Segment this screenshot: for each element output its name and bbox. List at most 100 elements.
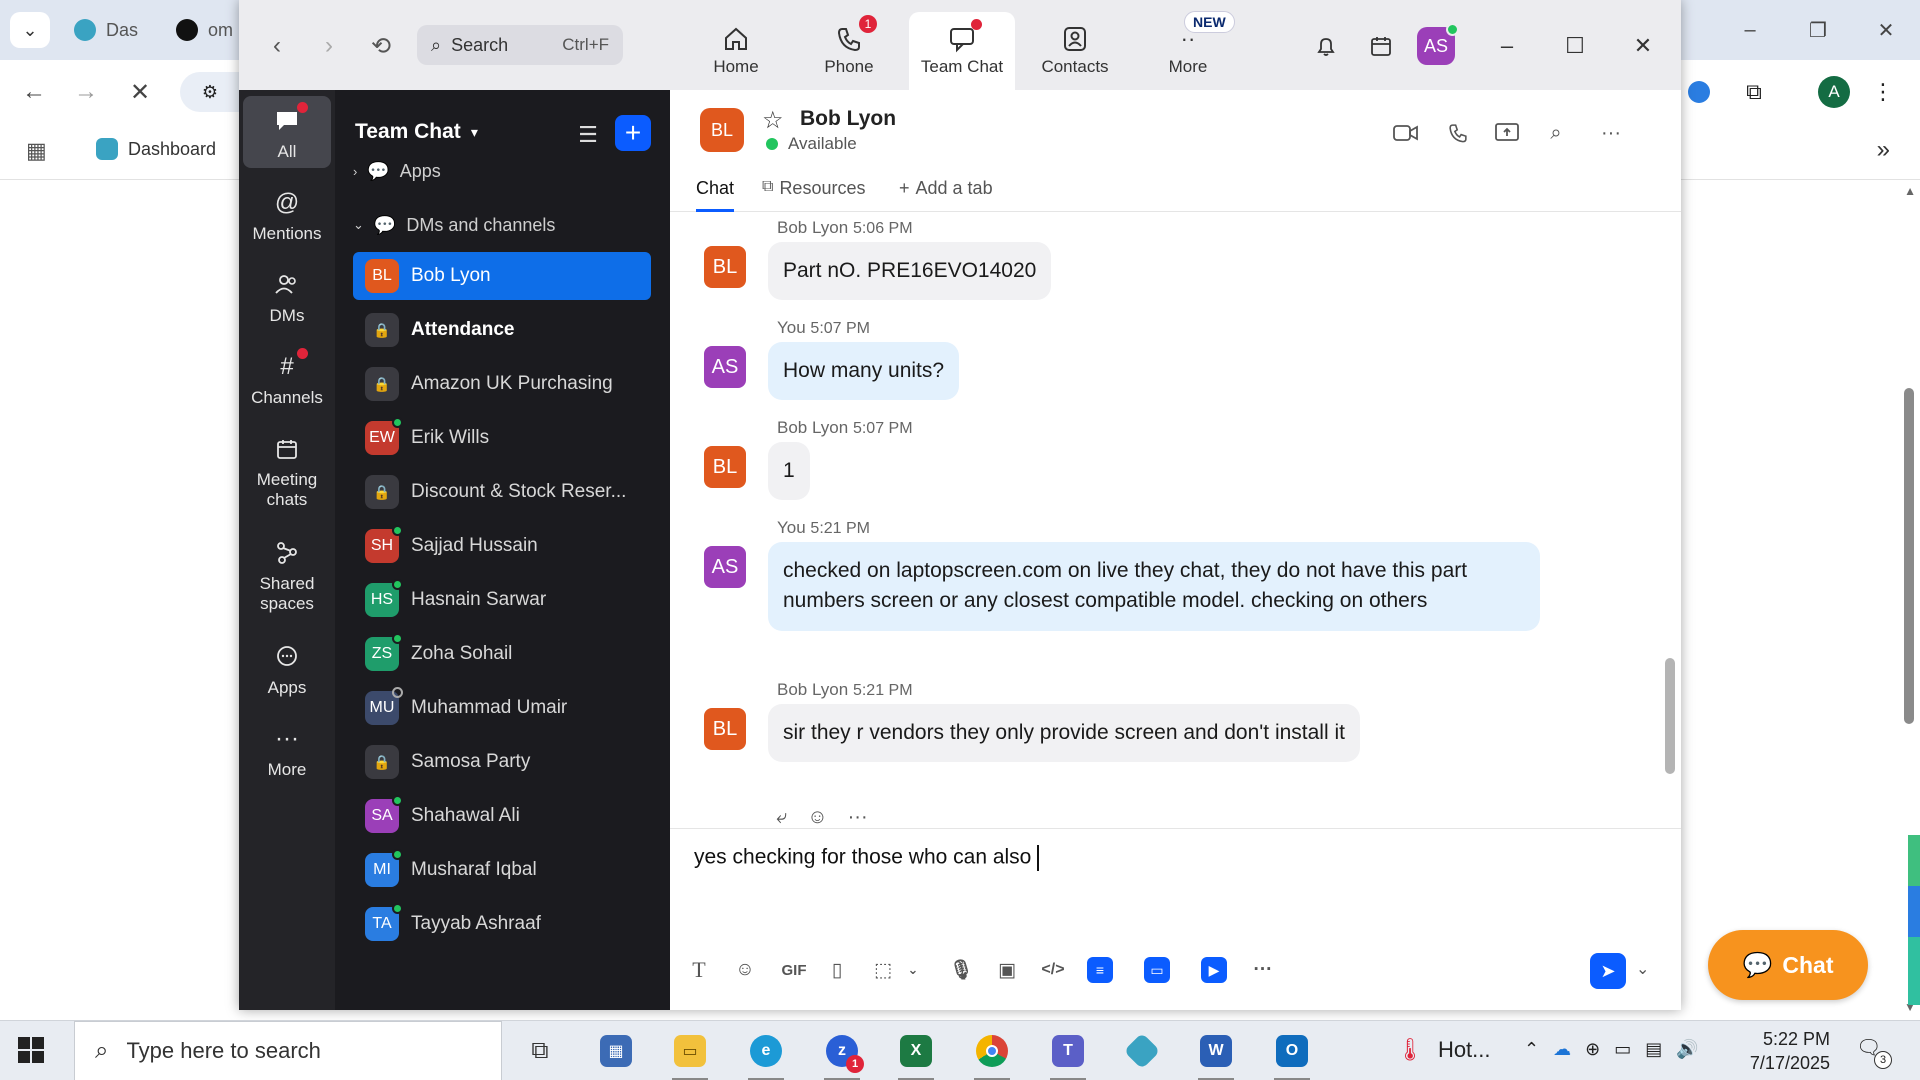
browser-minimize-button[interactable]: – [1716,12,1784,48]
message-avatar[interactable]: BL [704,246,746,288]
stop-loading-icon[interactable]: ✕ [120,74,160,110]
bookmark-dashboard[interactable]: Dashboard [96,138,216,160]
rail-all[interactable]: All [243,96,331,169]
video-clip-icon[interactable]: ▣ [990,953,1024,987]
site-info-icon[interactable]: ⚙ [180,72,240,112]
docs-app-icon[interactable]: ≡ [1087,957,1113,983]
notification-center-icon[interactable]: 🗨 3 [1856,1035,1892,1069]
team-chat-title[interactable]: Team Chat ▾ [355,120,478,144]
security-icon[interactable]: ⊕ [1585,1039,1600,1060]
extension-icon[interactable] [1686,74,1712,110]
file-icon[interactable]: ▯ [820,953,854,987]
rail-channels[interactable]: # Channels [243,348,331,408]
star-icon[interactable]: ☆ [762,106,784,135]
message-bubble[interactable]: Part nO. PRE16EVO14020 [768,242,1052,301]
message-bubble[interactable]: How many units? [768,342,960,401]
channel-list-item[interactable]: MU Muhammad Umair [353,684,651,732]
zoom-app-icon[interactable]: ▶ [1201,957,1227,983]
channel-list-item[interactable]: EW Erik Wills [353,414,651,462]
channel-list-item[interactable]: 🔒 Attendance [353,306,651,354]
excel-icon[interactable]: X [892,1029,940,1080]
task-view-icon[interactable]: ⧉ [516,1029,564,1073]
channel-list-item[interactable]: SA Shahawal Ali [353,792,651,840]
apps-grid-icon[interactable]: ▦ [26,138,47,164]
zoom-search-box[interactable]: ⌕ Search Ctrl+F [417,25,623,65]
rail-apps[interactable]: Apps [243,642,331,698]
weather-widget[interactable]: 🌡 Hot... [1396,1037,1491,1063]
add-reaction-icon[interactable]: ☺ [807,806,827,828]
channel-list-item[interactable]: HS Hasnain Sarwar [353,576,651,624]
more-options-icon[interactable]: ··· [848,806,868,828]
send-button[interactable]: ➤ [1590,953,1626,989]
zoom-taskbar-icon[interactable]: z1 [818,1029,866,1080]
close-button[interactable]: ✕ [1625,28,1661,64]
tab-chat[interactable]: Chat [696,178,735,212]
app-diamond-icon[interactable] [1118,1029,1166,1073]
channel-list-item[interactable]: ZS Zoha Sohail [353,630,651,678]
profile-avatar[interactable]: A [1816,74,1852,110]
message-avatar[interactable]: BL [704,708,746,750]
gif-icon[interactable]: GIF [774,953,814,987]
compose-input[interactable]: yes checking for those who can also [694,845,1040,871]
chevron-up-icon[interactable]: ⌃ [1524,1039,1539,1060]
rail-dms[interactable]: DMs [243,270,331,326]
chat-scrollbar-thumb[interactable] [1665,658,1675,774]
message-avatar[interactable]: AS [704,346,746,388]
phone-icon[interactable] [1441,116,1475,150]
nav-more[interactable]: ·· NEW More [1135,11,1241,90]
emoji-icon[interactable]: ☺ [728,953,762,987]
nav-phone[interactable]: 1 Phone [796,12,902,90]
back-arrow-icon[interactable]: ← [14,74,54,110]
screenshot-icon[interactable]: ⬚ [866,953,900,987]
browser-restore-button[interactable]: ❐ [1784,12,1852,48]
network-icon[interactable]: ▤ [1645,1039,1662,1060]
edge-browser-icon[interactable]: e [742,1029,790,1080]
chat-widget-button[interactable]: 💬 Chat [1708,930,1868,1000]
whiteboard-app-icon[interactable]: ▭ [1144,957,1170,983]
share-screen-icon[interactable] [1490,116,1524,150]
rail-shared-spaces[interactable]: Shared spaces [243,538,331,615]
nav-home[interactable]: Home [683,12,789,90]
video-camera-icon[interactable] [1389,116,1423,150]
browser-tab-dashboard[interactable]: Das [74,14,138,46]
contact-name[interactable]: Bob Lyon [800,107,896,131]
filter-icon[interactable]: ☰ [571,118,605,152]
volume-icon[interactable]: 🔊 [1676,1039,1698,1060]
taskbar-clock[interactable]: 5:22 PM 7/17/2025 [1742,1027,1830,1076]
bell-icon[interactable] [1308,28,1344,64]
battery-icon[interactable]: ▭ [1614,1039,1631,1060]
extensions-puzzle-icon[interactable]: ⧉ [1736,74,1772,110]
nav-contacts[interactable]: Contacts [1022,12,1128,90]
send-options-chevron-icon[interactable]: ⌄ [1636,959,1649,979]
page-scrollbar-thumb[interactable] [1904,388,1914,724]
text-format-icon[interactable]: T [682,953,716,987]
message-avatar[interactable]: AS [704,546,746,588]
more-tools-icon[interactable]: ··· [1246,953,1280,987]
taskbar-search-box[interactable]: ⌕ Type here to search [74,1021,502,1080]
channel-list-item[interactable]: SH Sajjad Hussain [353,522,651,570]
tab-resources[interactable]: ⧉ Resources [762,178,865,212]
channel-list-item[interactable]: TA Tayyab Ashraaf [353,900,651,948]
add-tab-button[interactable]: + Add a tab [899,178,993,212]
rail-meeting-chats[interactable]: Meeting chats [243,434,331,511]
chrome-icon[interactable] [968,1029,1016,1080]
message-bubble[interactable]: checked on laptopscreen.com on live they… [768,542,1540,631]
forward-arrow-icon[interactable]: → [66,74,106,110]
windows-start-button[interactable] [18,1037,44,1063]
section-dms-and-channels[interactable]: ⌄ 💬 DMs and channels [353,208,555,242]
search-icon[interactable]: ⌕ [1539,116,1573,150]
scroll-up-arrow-icon[interactable]: ▲ [1904,184,1916,198]
onedrive-cloud-icon[interactable]: ☁ [1553,1039,1571,1060]
calendar-icon[interactable] [1363,28,1399,64]
section-apps[interactable]: › 💬 Apps [353,154,441,188]
maximize-button[interactable]: ☐ [1557,28,1593,64]
outlook-icon[interactable]: O [1268,1029,1316,1080]
channel-list-item[interactable]: BL Bob Lyon [353,252,651,300]
message-avatar[interactable]: BL [704,446,746,488]
bookmarks-overflow-icon[interactable]: » [1877,136,1890,164]
minimize-button[interactable]: – [1489,28,1525,64]
channel-list-item[interactable]: 🔒 Amazon UK Purchasing [353,360,651,408]
new-chat-button[interactable]: + [615,115,651,151]
word-icon[interactable]: W [1192,1029,1240,1080]
teams-icon[interactable]: T [1044,1029,1092,1080]
